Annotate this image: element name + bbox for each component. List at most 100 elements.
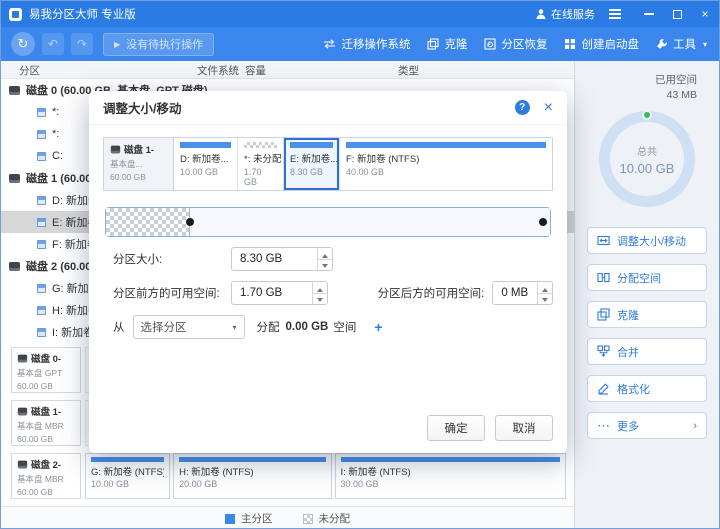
disk2-partitions: G: 新加卷 (NTFS) 10.00 GB H: 新加卷 (NTFS) 20.… bbox=[85, 453, 566, 499]
disk-map-disk1-cell[interactable]: 磁盘 1- 基本盘 MBR 60.00 GB bbox=[11, 400, 81, 446]
maximize-button[interactable] bbox=[663, 1, 691, 27]
recovery-icon bbox=[484, 38, 496, 50]
strip-block-unallocated[interactable]: *: 未分配 1.70 GB bbox=[238, 138, 284, 190]
create-bootable-label: 创建启动盘 bbox=[581, 36, 639, 52]
resize-move-button[interactable]: 调整大小/移动 bbox=[587, 227, 707, 254]
add-allocation-icon[interactable]: + bbox=[374, 319, 382, 335]
clone-side-label: 克隆 bbox=[617, 307, 639, 323]
toolbar-actions: 迁移操作系统 克隆 分区恢复 创建启动盘 工具 ▾ bbox=[306, 36, 707, 52]
strip-disk-size: 60.00 GB bbox=[110, 172, 167, 182]
resize-move-label: 调整大小/移动 bbox=[617, 233, 686, 249]
unallocated-swatch bbox=[303, 514, 313, 524]
dialog-footer: 确定 取消 bbox=[427, 415, 553, 441]
cancel-button[interactable]: 取消 bbox=[495, 415, 553, 441]
wrench-icon bbox=[656, 38, 668, 50]
strip-disk-cell: 磁盘 1- 基本盘... 60.00 GB bbox=[104, 138, 174, 190]
legend-unallocated: 未分配 bbox=[303, 511, 351, 526]
strip-block-e-selected[interactable]: E: 新加卷... 8.30 GB bbox=[284, 138, 340, 190]
more-button[interactable]: ⋯ 更多 › bbox=[587, 412, 707, 439]
toolbar: ↻ ↶ ↷ ▶ 没有待执行操作 迁移操作系统 克隆 分区恢复 创建启动盘 bbox=[1, 27, 719, 61]
undo-button[interactable]: ↶ bbox=[42, 33, 64, 55]
strip-block-d[interactable]: D: 新加卷... 10.00 GB bbox=[174, 138, 238, 190]
strip-block-f[interactable]: F: 新加卷 (NTFS) 40.00 GB bbox=[340, 138, 552, 190]
spinner-down-icon[interactable] bbox=[538, 294, 552, 305]
space-before-input[interactable]: 1.70 GB bbox=[231, 281, 328, 305]
disk-icon bbox=[9, 262, 20, 271]
dialog-close-button[interactable]: × bbox=[544, 100, 553, 116]
online-service-button[interactable]: 在线服务 bbox=[535, 6, 595, 22]
partition-icon bbox=[37, 218, 46, 227]
disk-name: 磁盘 1- bbox=[31, 404, 61, 418]
clone-icon bbox=[427, 38, 439, 50]
menu-icon[interactable] bbox=[609, 9, 621, 19]
space-after-input[interactable]: 0 MB bbox=[492, 281, 553, 305]
redo-button[interactable]: ↷ bbox=[71, 33, 93, 55]
select-partition-value: 选择分区 bbox=[141, 319, 233, 335]
spinner-down-icon[interactable] bbox=[313, 294, 327, 305]
create-bootable-button[interactable]: 创建启动盘 bbox=[564, 36, 639, 52]
disk-type: 基本盘 GPT bbox=[17, 367, 75, 379]
close-button[interactable]: × bbox=[691, 1, 719, 27]
migrate-os-button[interactable]: 迁移操作系统 bbox=[323, 36, 410, 52]
pending-operations-button[interactable]: ▶ 没有待执行操作 bbox=[103, 33, 214, 56]
clone-button[interactable]: 克隆 bbox=[427, 36, 467, 52]
allocate-space-button[interactable]: 分配空间 bbox=[587, 264, 707, 291]
partition-size-input[interactable]: 8.30 GB bbox=[231, 247, 333, 271]
dialog-title: 调整大小/移动 bbox=[103, 98, 181, 117]
clone-side-button[interactable]: 克隆 bbox=[587, 301, 707, 328]
app-title: 易我分区大师 专业版 bbox=[29, 6, 136, 22]
strip-block-size: 10.00 GB bbox=[180, 167, 231, 177]
disk-icon bbox=[9, 86, 20, 95]
space-before-label: 分区前方的可用空间: bbox=[113, 285, 231, 301]
partition-block-g[interactable]: G: 新加卷 (NTFS) 10.00 GB bbox=[85, 453, 170, 499]
ok-button[interactable]: 确定 bbox=[427, 415, 485, 441]
slider-right-handle[interactable] bbox=[539, 218, 547, 226]
disk-strip: 磁盘 1- 基本盘... 60.00 GB D: 新加卷... 10.00 GB… bbox=[103, 137, 553, 191]
person-icon bbox=[535, 8, 547, 20]
strip-block-label: *: 未分配 bbox=[244, 151, 277, 165]
spinner-up-icon[interactable] bbox=[538, 282, 552, 294]
refresh-button[interactable]: ↻ bbox=[11, 32, 35, 56]
partition-block-i[interactable]: I: 新加卷 (NTFS) 30.00 GB bbox=[335, 453, 567, 499]
spinner-down-icon[interactable] bbox=[318, 260, 332, 271]
app-window: 易我分区大师 专业版 在线服务 × ↻ ↶ ↷ ▶ 没有待执行操作 迁移操作系统… bbox=[0, 0, 720, 529]
legend-primary-label: 主分区 bbox=[241, 511, 273, 526]
strip-block-size: 8.30 GB bbox=[290, 167, 333, 177]
tree-row-label: C: bbox=[52, 150, 63, 162]
slider-unallocated-region bbox=[106, 208, 190, 236]
partition-label: G: 新加卷 (NTFS) bbox=[91, 464, 164, 478]
spinner-up-icon[interactable] bbox=[318, 248, 332, 260]
merge-button[interactable]: 合并 bbox=[587, 338, 707, 365]
resize-slider[interactable] bbox=[105, 207, 551, 237]
partition-size: 30.00 GB bbox=[341, 479, 561, 489]
help-button[interactable]: ? bbox=[515, 100, 530, 115]
spinner-buttons[interactable] bbox=[317, 248, 332, 270]
merge-icon bbox=[597, 345, 610, 358]
disk-map-disk0-cell[interactable]: 磁盘 0- 基本盘 GPT 60.00 GB bbox=[11, 347, 81, 393]
column-capacity: 容量 bbox=[245, 63, 266, 78]
spinner-buttons[interactable] bbox=[312, 282, 327, 304]
clone-icon bbox=[597, 308, 610, 321]
disk-map-disk2-cell[interactable]: 磁盘 2- 基本盘 MBR 60.00 GB bbox=[11, 453, 81, 499]
from-label: 从 bbox=[113, 319, 125, 335]
redo-icon: ↷ bbox=[77, 37, 87, 51]
minimize-button[interactable] bbox=[635, 1, 663, 27]
maximize-icon bbox=[673, 10, 682, 19]
spinner-buttons[interactable] bbox=[537, 282, 552, 304]
allocate-label: 分配 bbox=[257, 319, 280, 335]
slider-partition-region[interactable] bbox=[190, 208, 550, 236]
used-space-label: 已用空间 bbox=[575, 73, 697, 88]
partition-icon bbox=[37, 196, 46, 205]
select-partition-dropdown[interactable]: 选择分区 ▾ bbox=[133, 315, 245, 339]
legend-unallocated-label: 未分配 bbox=[319, 511, 351, 526]
unallocated-bar bbox=[244, 142, 277, 148]
format-button[interactable]: 格式化 bbox=[587, 375, 707, 402]
tools-button[interactable]: 工具 ▾ bbox=[656, 36, 707, 52]
column-type: 类型 bbox=[398, 63, 419, 78]
partition-recovery-button[interactable]: 分区恢复 bbox=[484, 36, 547, 52]
partition-bar bbox=[341, 457, 561, 462]
spinner-up-icon[interactable] bbox=[313, 282, 327, 294]
dialog-body: 磁盘 1- 基本盘... 60.00 GB D: 新加卷... 10.00 GB… bbox=[89, 125, 567, 453]
chevron-down-icon: ▾ bbox=[703, 40, 707, 49]
partition-block-h[interactable]: H: 新加卷 (NTFS) 20.00 GB bbox=[173, 453, 331, 499]
